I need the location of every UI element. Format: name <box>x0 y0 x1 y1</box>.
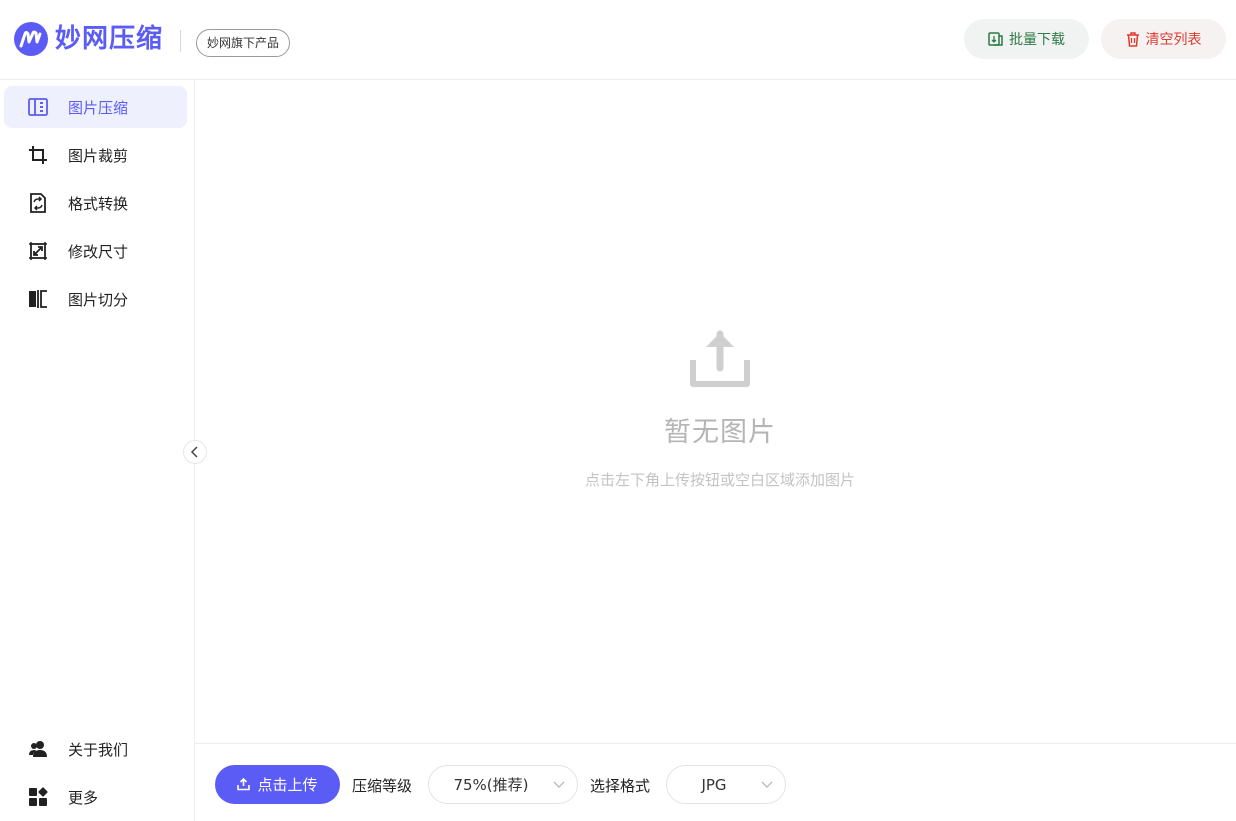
header-divider <box>180 30 181 52</box>
sidebar-item-image-compress[interactable]: 图片压缩 <box>4 86 187 128</box>
collapse-sidebar-button[interactable] <box>183 440 207 464</box>
sidebar-item-about-us[interactable]: 关于我们 <box>4 728 187 770</box>
chevron-down-icon <box>553 781 577 789</box>
format-value: JPG <box>701 775 727 794</box>
upload-small-icon <box>237 778 251 791</box>
sidebar-item-label: 更多 <box>68 788 99 807</box>
sidebar-item-image-split[interactable]: 图片切分 <box>4 278 187 320</box>
apps-icon <box>27 786 49 808</box>
bottom-toolbar: 点击上传 压缩等级 75%(推荐) 选择格式 JPG <box>195 743 1236 821</box>
sidebar-item-label: 关于我们 <box>68 740 129 759</box>
chevron-left-icon <box>190 446 198 458</box>
top-header: 妙网压缩 妙网旗下产品 批量下载 清空列表 <box>0 0 1236 80</box>
product-badge: 妙网旗下产品 <box>196 29 291 57</box>
batch-download-label: 批量下载 <box>1009 32 1065 48</box>
sidebar: 图片压缩 图片裁剪 格式转换 修改尺寸 图片切分 关于我们 更多 <box>0 80 195 821</box>
format-convert-icon <box>27 192 49 214</box>
sidebar-item-image-crop[interactable]: 图片裁剪 <box>4 134 187 176</box>
sidebar-item-more[interactable]: 更多 <box>4 776 187 818</box>
sidebar-item-resize[interactable]: 修改尺寸 <box>4 230 187 272</box>
crop-icon <box>27 144 49 166</box>
users-icon <box>27 738 49 760</box>
sidebar-item-label: 修改尺寸 <box>68 242 129 261</box>
compress-level-value: 75%(推荐) <box>453 776 529 794</box>
sidebar-item-label: 图片切分 <box>68 290 129 309</box>
chevron-down-icon <box>761 781 785 789</box>
upload-icon <box>690 330 750 387</box>
empty-state-hint: 点击左下角上传按钮或空白区域添加图片 <box>584 471 855 489</box>
trash-icon <box>1126 31 1139 47</box>
main-content: 暂无图片 点击左下角上传按钮或空白区域添加图片 <box>195 80 1236 743</box>
compress-level-label: 压缩等级 <box>352 777 413 795</box>
batch-download-button[interactable]: 批量下载 <box>964 19 1089 59</box>
sidebar-item-label: 图片压缩 <box>68 98 129 117</box>
upload-button[interactable]: 点击上传 <box>215 765 340 804</box>
sidebar-item-format-convert[interactable]: 格式转换 <box>4 182 187 224</box>
compress-level-select[interactable]: 75%(推荐) <box>428 765 578 804</box>
sidebar-item-label: 图片裁剪 <box>68 146 129 165</box>
clear-list-button[interactable]: 清空列表 <box>1101 19 1226 59</box>
download-file-icon <box>988 32 1003 46</box>
format-label: 选择格式 <box>590 777 651 795</box>
resize-icon <box>27 240 49 262</box>
format-select[interactable]: JPG <box>666 765 786 804</box>
split-icon <box>27 288 49 310</box>
image-compress-icon <box>27 96 49 118</box>
logo-text: 妙网压缩 <box>55 24 164 54</box>
upload-button-label: 点击上传 <box>257 776 318 794</box>
upload-drop-area[interactable]: 暂无图片 点击左下角上传按钮或空白区域添加图片 <box>195 80 1236 743</box>
sidebar-item-label: 格式转换 <box>68 194 129 213</box>
logo-mark-icon <box>14 22 48 56</box>
logo[interactable]: 妙网压缩 <box>14 22 163 56</box>
clear-list-label: 清空列表 <box>1145 32 1202 48</box>
empty-state-title: 暂无图片 <box>664 417 776 448</box>
